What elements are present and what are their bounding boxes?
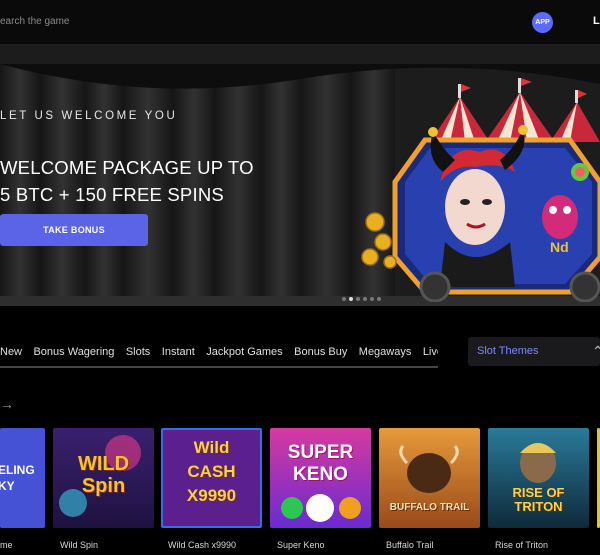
coins-icon (361, 212, 397, 269)
keno-balls-art (281, 494, 361, 522)
tab-new[interactable]: New (0, 346, 22, 358)
search-input[interactable]: earch the game (0, 16, 70, 27)
slide-dot[interactable] (342, 297, 346, 301)
game-thumb-text: Wild CASH X9990 (186, 438, 237, 505)
game-thumb-text: ELING KY (0, 463, 35, 493)
banner-kicker: LET US WELCOME YOU (0, 110, 178, 122)
slot-themes-label: Slot Themes (477, 345, 539, 357)
game-tile[interactable]: SUPER KENO (270, 428, 371, 528)
game-thumb-text: RISE OF TRITON (512, 485, 565, 514)
game-title[interactable]: Wild Spin (60, 540, 98, 550)
slide-dot[interactable] (349, 297, 353, 301)
svg-text:Nd: Nd (550, 239, 569, 255)
tab-instant[interactable]: Instant (162, 346, 195, 358)
game-title[interactable]: Rise of Triton (495, 540, 548, 550)
tab-megaways[interactable]: Megaways (359, 346, 412, 358)
game-tile[interactable]: Wild CASH X9990 (161, 428, 262, 528)
game-title[interactable]: Buffalo Trail (386, 540, 433, 550)
tab-bonus-buy[interactable]: Bonus Buy (294, 346, 347, 358)
slide-dot[interactable] (370, 297, 374, 301)
slot-themes-select[interactable]: Slot Themes ⌃ (468, 337, 600, 366)
arrow-right-icon[interactable]: → (0, 396, 14, 412)
tab-jackpot-games[interactable]: Jackpot Games (206, 346, 282, 358)
slide-indicator (342, 297, 381, 301)
game-tile[interactable]: ELING KY (0, 428, 45, 528)
game-title[interactable]: me (0, 540, 13, 550)
game-title[interactable]: Super Keno (277, 540, 325, 550)
game-title[interactable]: Wild Cash x9990 (168, 540, 236, 550)
tab-slots[interactable]: Slots (126, 346, 150, 358)
game-thumb-text: BUFFALO TRAIL (389, 502, 470, 513)
game-tile[interactable]: WILD Spin (53, 428, 154, 528)
top-bar: earch the game APP L (0, 0, 600, 44)
tab-bonus-wagering[interactable]: Bonus Wagering (33, 346, 114, 358)
buffalo-art (399, 445, 459, 493)
slide-dot[interactable] (363, 297, 367, 301)
tabs-scrollbar[interactable] (0, 366, 438, 368)
take-bonus-button[interactable]: TAKE BONUS (0, 214, 148, 246)
slide-dot[interactable] (356, 297, 360, 301)
login-button[interactable]: L (593, 15, 600, 27)
tab-live[interactable]: Live (423, 346, 438, 358)
jester-artwork: Nd (361, 78, 600, 302)
app-button[interactable]: APP (532, 12, 553, 33)
tabs-scroll-thumb[interactable] (0, 366, 438, 368)
promo-banner: LET US WELCOME YOU WELCOME PACKAGE UP TO… (0, 44, 600, 306)
circus-tent-icon (430, 78, 600, 142)
game-tile[interactable]: RISE OF TRITON (488, 428, 589, 528)
slide-dot[interactable] (377, 297, 381, 301)
category-tabs: New Bonus Wagering Slots Instant Jackpot… (0, 342, 438, 362)
game-tile[interactable]: BUFFALO TRAIL (379, 428, 480, 528)
banner-headline-line1: WELCOME PACKAGE UP TO (0, 157, 254, 178)
banner-headline-line2: 5 BTC + 150 FREE SPINS (0, 184, 224, 205)
game-thumb-text: WILD Spin (77, 453, 130, 497)
chevron-icon: ⌃ (592, 343, 600, 359)
